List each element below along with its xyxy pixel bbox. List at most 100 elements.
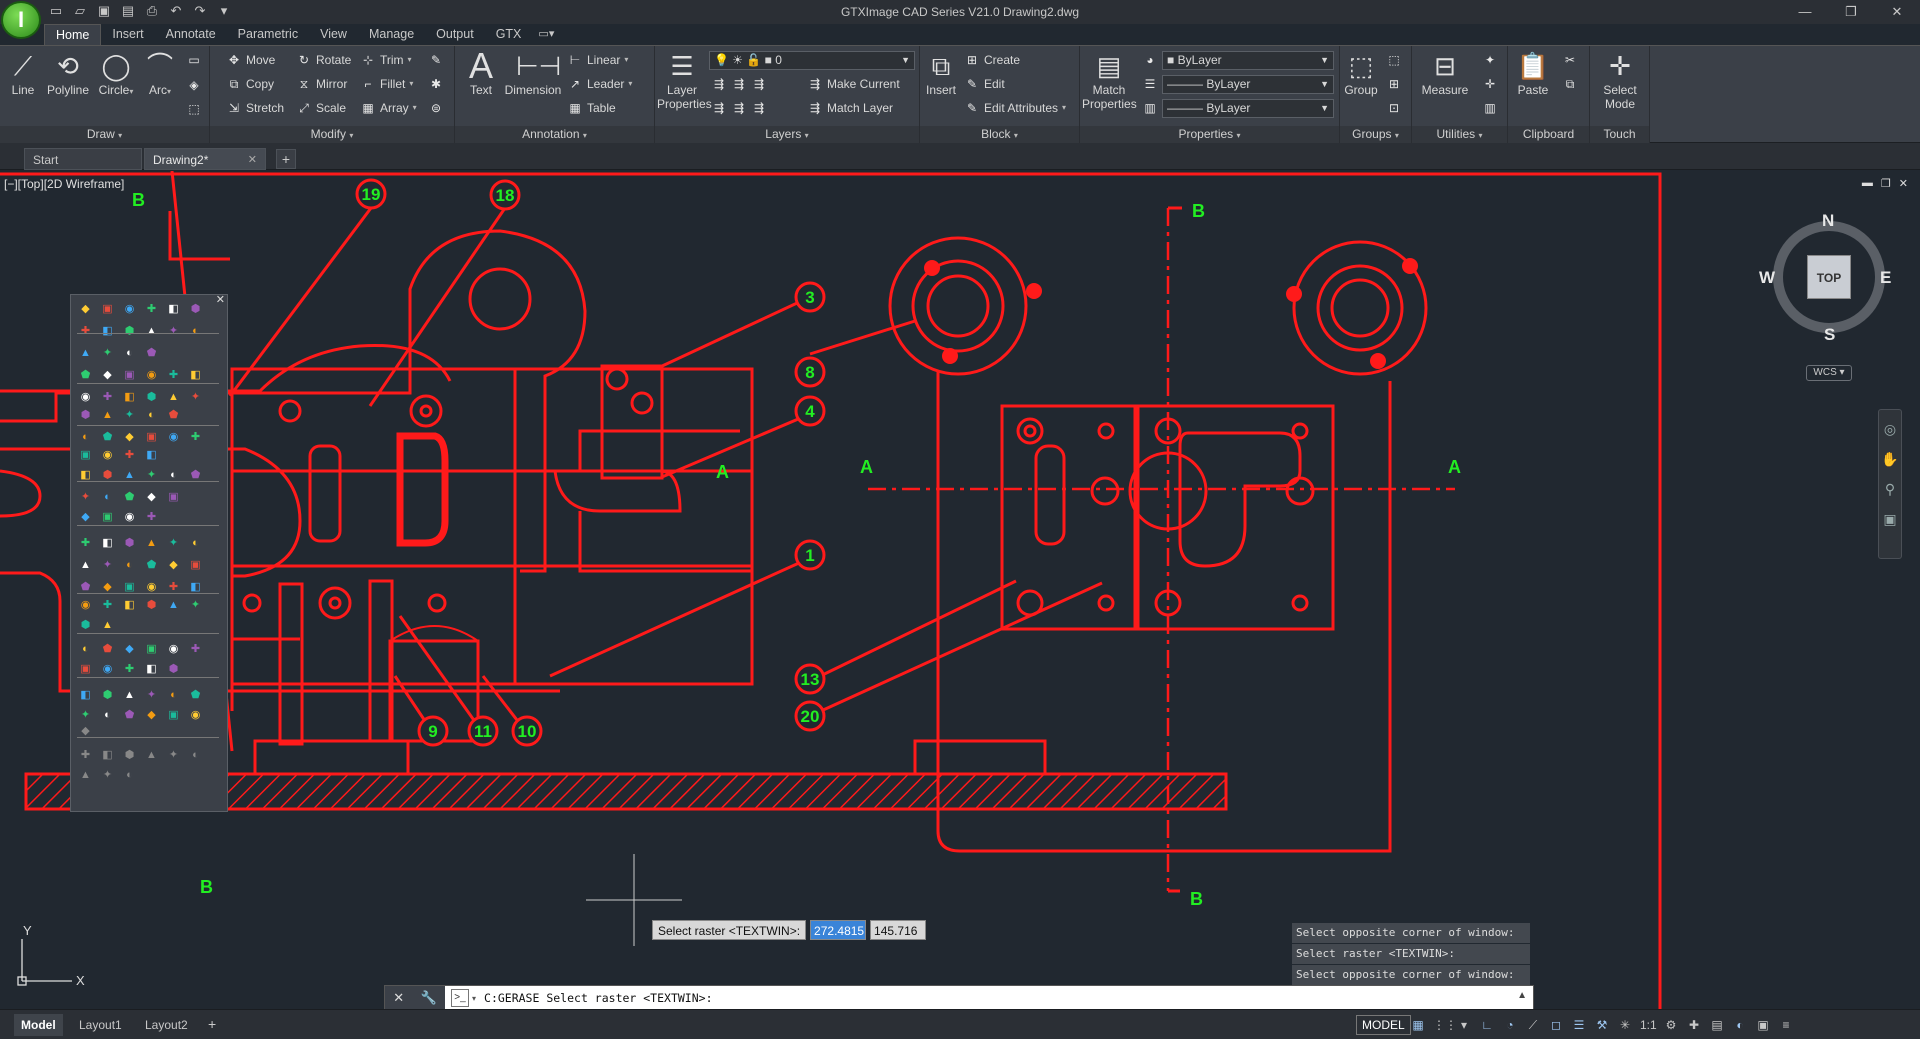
- gtx-tool-icon[interactable]: ◧: [165, 301, 182, 318]
- gtx-tool-icon[interactable]: ▲: [99, 407, 116, 424]
- paste-button[interactable]: 📋 Paste: [1514, 51, 1552, 97]
- gtx-tool-icon[interactable]: ▣: [99, 301, 116, 318]
- gtx-tool-icon[interactable]: ✦: [165, 747, 182, 764]
- gtx-tool-icon[interactable]: ◧: [121, 389, 138, 406]
- color-dropdown[interactable]: ■ ByLayer ▼: [1162, 51, 1334, 70]
- region-button[interactable]: ⬚: [186, 100, 202, 118]
- gtx-tool-icon[interactable]: ◉: [187, 707, 204, 724]
- lineweight-icon[interactable]: ▥: [1142, 99, 1158, 117]
- explode-button[interactable]: ✱: [428, 75, 444, 93]
- wcs-menu[interactable]: WCS ▾: [1806, 365, 1852, 381]
- command-prompt-icon[interactable]: >_: [451, 989, 469, 1007]
- gtx-tool-icon[interactable]: ◉: [77, 389, 94, 406]
- gtx-tool-icon[interactable]: ◉: [77, 597, 94, 614]
- open-icon[interactable]: ▱: [72, 3, 88, 19]
- customize-icon[interactable]: 🔧: [421, 990, 437, 1006]
- ortho-icon[interactable]: ∟: [1479, 1017, 1495, 1033]
- text-button[interactable]: A Text: [463, 48, 499, 98]
- gtx-tool-icon[interactable]: ▲: [77, 767, 94, 784]
- lineweight-dropdown[interactable]: ——— ByLayer ▼: [1162, 99, 1334, 118]
- gtx-tool-icon[interactable]: ⬢: [121, 747, 138, 764]
- command-history-toggle[interactable]: ▲: [1517, 990, 1527, 1001]
- compass-north[interactable]: N: [1822, 211, 1834, 231]
- gtx-tool-icon[interactable]: ◧: [121, 597, 138, 614]
- point-button[interactable]: ✛: [1482, 75, 1498, 93]
- group-edit-button[interactable]: ⊞: [1386, 75, 1402, 93]
- gtx-tool-icon[interactable]: ⬢: [121, 535, 138, 552]
- gtx-tool-icon[interactable]: ◉: [121, 509, 138, 526]
- tab-output[interactable]: Output: [425, 24, 485, 45]
- showmotion-icon[interactable]: ▣: [1879, 508, 1901, 530]
- gtx-tool-icon[interactable]: ⬟: [121, 489, 138, 506]
- cut-button[interactable]: ✂: [1562, 51, 1578, 69]
- gtx-tool-icon[interactable]: ✦: [121, 407, 138, 424]
- view-cube[interactable]: TOP N S E W: [1759, 211, 1893, 344]
- steering-wheel-icon[interactable]: ◎: [1879, 418, 1901, 440]
- layer-tool-2[interactable]: ⇶ ⇶ ⇶: [711, 99, 767, 117]
- linetype-dropdown[interactable]: ——— ByLayer ▼: [1162, 75, 1334, 94]
- workspace-gear-icon[interactable]: ⚙: [1663, 1017, 1679, 1033]
- add-layout-button[interactable]: +: [208, 1016, 216, 1032]
- layer-dropdown[interactable]: 💡 ☀ 🔓 ■ 0 ▼: [709, 51, 915, 70]
- gtx-tool-icon[interactable]: ▣: [99, 509, 116, 526]
- mirror-button[interactable]: ⧖ Mirror: [296, 75, 348, 93]
- new-icon[interactable]: ▭: [48, 3, 64, 19]
- command-input[interactable]: C:GERASE Select raster <TEXTWIN>:: [484, 991, 712, 1005]
- gtx-tool-icon[interactable]: ▲: [143, 747, 160, 764]
- layout-tab-layout2[interactable]: Layout2: [138, 1014, 195, 1036]
- gtx-tool-icon[interactable]: ◐: [99, 707, 116, 724]
- gtx-tool-icon[interactable]: ⬟: [143, 557, 160, 574]
- gtx-tool-icon[interactable]: ✦: [99, 767, 116, 784]
- gtx-tool-icon[interactable]: ▲: [143, 535, 160, 552]
- viewport-close-icon[interactable]: ✕: [1899, 177, 1908, 190]
- close-button[interactable]: ✕: [1874, 0, 1920, 24]
- snap-icon[interactable]: ⋮⋮: [1433, 1017, 1457, 1033]
- gtx-tool-icon[interactable]: ✚: [77, 535, 94, 552]
- stretch-button[interactable]: ⇲ Stretch: [226, 99, 284, 117]
- gtx-tool-icon[interactable]: ◆: [165, 557, 182, 574]
- gtx-tool-icon[interactable]: ◧: [187, 367, 204, 384]
- rotate-button[interactable]: ↻ Rotate: [296, 51, 351, 69]
- viewport-label[interactable]: [−][Top][2D Wireframe]: [4, 177, 124, 191]
- edit-attributes-button[interactable]: ✎ Edit Attributes ▾: [964, 99, 1066, 117]
- file-tab-start[interactable]: Start: [24, 148, 142, 170]
- gtx-tool-icon[interactable]: ✚: [121, 447, 138, 464]
- gtx-tool-icon[interactable]: ▣: [143, 641, 160, 658]
- group-select-button[interactable]: ⊡: [1386, 99, 1402, 117]
- gtx-tool-icon[interactable]: ✚: [99, 597, 116, 614]
- gtx-tool-icon[interactable]: ⬢: [99, 687, 116, 704]
- line-button[interactable]: ⟋ Line: [4, 51, 42, 97]
- gtx-tool-icon[interactable]: ◐: [187, 747, 204, 764]
- gtx-tool-icon[interactable]: ▲: [121, 687, 138, 704]
- leader-button[interactable]: ↗ Leader ▾: [567, 75, 632, 93]
- annotation-visibility-icon[interactable]: ⚒: [1594, 1017, 1610, 1033]
- gtx-tool-icon[interactable]: ⬟: [99, 641, 116, 658]
- gtx-tool-icon[interactable]: ✦: [143, 687, 160, 704]
- annotation-panel-title[interactable]: Annotation ▾: [455, 126, 654, 143]
- layout-tab-layout1[interactable]: Layout1: [72, 1014, 129, 1036]
- dynamic-input-y-field[interactable]: 145.716: [870, 920, 927, 940]
- gtx-tool-icon[interactable]: ✚: [77, 323, 94, 340]
- layers-panel-title[interactable]: Layers ▾: [655, 126, 919, 143]
- gtx-tool-icon[interactable]: ✦: [165, 535, 182, 552]
- gtx-tool-icon[interactable]: ◐: [143, 407, 160, 424]
- layer-tool-1[interactable]: ⇶ ⇶ ⇶: [711, 75, 767, 93]
- gtx-tool-icon[interactable]: ◉: [143, 367, 160, 384]
- viewcube-top-face[interactable]: TOP: [1807, 255, 1851, 299]
- gtx-tool-icon[interactable]: ◐: [77, 429, 94, 446]
- array-button[interactable]: ▦ Array ▾: [360, 99, 416, 117]
- gtx-tool-icon[interactable]: ✦: [187, 389, 204, 406]
- gtx-tool-icon[interactable]: ✚: [143, 509, 160, 526]
- gtx-tool-icon[interactable]: ⬟: [143, 345, 160, 362]
- annotation-scale[interactable]: 1:1: [1640, 1017, 1657, 1033]
- tab-manage[interactable]: Manage: [358, 24, 425, 45]
- gtx-tool-icon[interactable]: ⬟: [99, 429, 116, 446]
- erase-button[interactable]: ✎: [428, 51, 444, 69]
- close-tab-icon[interactable]: ✕: [248, 149, 257, 171]
- gtx-tool-icon[interactable]: ◐: [121, 767, 138, 784]
- gtx-tool-icon[interactable]: ⬢: [143, 597, 160, 614]
- restore-button[interactable]: ❐: [1828, 0, 1874, 24]
- layout-tab-model[interactable]: Model: [14, 1014, 63, 1036]
- utilities-panel-title[interactable]: Utilities ▾: [1412, 126, 1507, 143]
- gtx-tool-icon[interactable]: ◧: [99, 747, 116, 764]
